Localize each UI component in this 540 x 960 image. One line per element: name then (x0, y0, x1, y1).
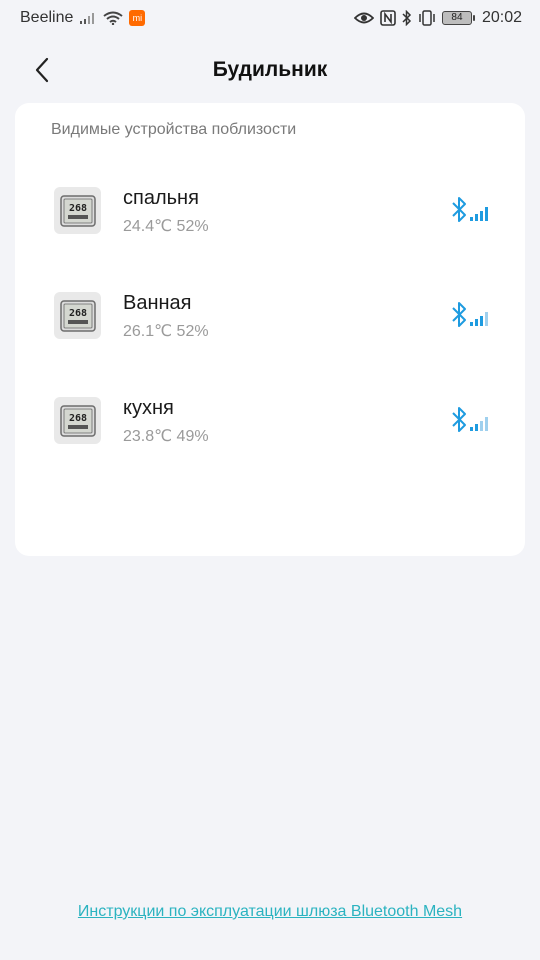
device-reading: 26.1℃ 52% (123, 323, 209, 340)
svg-text:268: 268 (68, 203, 86, 214)
bluetooth-icon (402, 10, 412, 26)
device-reading: 24.4℃ 52% (123, 218, 209, 235)
carrier-label: Beeline (20, 9, 74, 26)
device-item-bathroom[interactable]: 268 Ванная 26.1℃ 52% (15, 280, 525, 350)
clock: 20:02 (481, 9, 522, 26)
device-name: Ванная (123, 292, 192, 314)
svg-text:268: 268 (68, 308, 86, 319)
wifi-icon (103, 11, 123, 25)
thermometer-hygrometer-icon: 268 (54, 187, 101, 234)
vibrate-icon (418, 10, 436, 26)
mi-app-icon: mi (129, 10, 146, 26)
thermometer-hygrometer-icon: 268 (54, 292, 101, 339)
mesh-gateway-instructions-link[interactable]: Инструкции по эксплуатации шлюза Bluetoo… (0, 903, 540, 921)
nfc-icon (380, 10, 396, 26)
devices-card: Видимые устройства поблизости 268 спальн… (15, 103, 525, 556)
device-reading: 23.8℃ 49% (123, 428, 209, 445)
status-bar: Beeline mi 84 20:02 (0, 0, 540, 36)
thermometer-hygrometer-icon: 268 (54, 397, 101, 444)
bluetooth-signal-icon (451, 300, 491, 330)
svg-text:268: 268 (68, 413, 86, 424)
device-item-kitchen[interactable]: 268 кухня 23.8℃ 49% (15, 385, 525, 455)
bluetooth-signal-icon (451, 405, 491, 435)
bluetooth-signal-icon (451, 195, 491, 225)
device-name: спальня (123, 187, 199, 209)
signal-icon (79, 11, 97, 25)
app-header: Будильник (0, 44, 540, 96)
eye-icon (353, 11, 374, 25)
page-title: Будильник (212, 58, 328, 81)
battery-icon: 84 (441, 11, 475, 25)
device-name: кухня (123, 397, 174, 419)
device-item-bedroom[interactable]: 268 спальня 24.4℃ 52% (15, 175, 525, 245)
section-label: Видимые устройства поблизости (51, 121, 297, 138)
